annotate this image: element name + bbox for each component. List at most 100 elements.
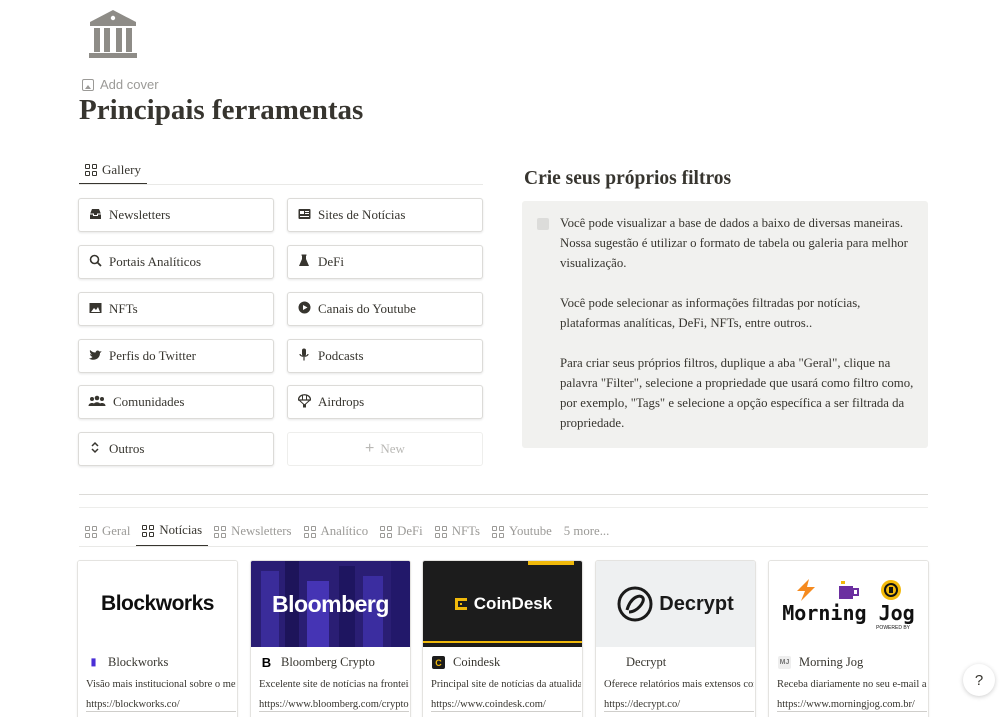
card-airdrops[interactable]: Airdrops [287,385,483,419]
decrypt-logo-icon [617,586,653,622]
magnifier-icon [88,254,102,270]
callout-paragraph: Você pode visualizar a base de dados a b… [560,216,908,270]
tab-gallery-label: Gallery [102,161,141,177]
card-label: Portais Analíticos [109,254,202,269]
card-label: Airdrops [318,394,365,409]
tab-more[interactable]: 5 more... [558,516,616,547]
card-description: Visão mais institucional sobre o mercado [86,679,236,690]
callout-box: Você pode visualizar a base de dados a b… [522,201,928,448]
gallery-grid-icon [434,525,447,538]
add-cover-label: Add cover [100,77,159,92]
card-cover: Bloomberg [251,561,410,647]
card-url-link[interactable]: https://decrypt.co/ [604,699,754,712]
cover-logo: Decrypt [617,586,734,622]
newspaper-icon [297,208,311,223]
plus-icon: + [365,440,375,457]
callout-square-icon[interactable] [537,218,549,230]
gallery-grid-icon [492,525,504,538]
card-title-row: MJ Morning Jog [778,655,863,670]
card-description: Excelente site de notícias na fronteira [259,679,409,690]
bloomberg-favicon-icon: B [260,655,273,670]
card-title-row: B Bloomberg Crypto [260,655,375,670]
cover-logo-text: Morning Jog [782,601,915,625]
tabs-underline [79,546,928,547]
blockworks-favicon-icon: ▮ [87,656,100,669]
card-defi[interactable]: DeFi [287,245,483,279]
tab-label: NFTs [451,524,480,538]
card-sites-de-noticias[interactable]: Sites de Notícias [287,198,483,232]
gallery-card-morning-jog[interactable]: Morning Jog POWERED BY MJ Morning Jog Re… [768,560,929,717]
microphone-icon [297,348,311,364]
callout-paragraph: Para criar seus próprios filtros, dupliq… [560,356,914,430]
gallery-card-bloomberg[interactable]: Bloomberg B Bloomberg Crypto Excelente s… [250,560,411,717]
card-description: Principal site de notícias da atualidade [431,679,581,690]
database-view-tabs: Geral Notícias Newsletters Analítico DeF… [79,516,615,547]
card-label: Sites de Notícias [318,207,406,222]
card-newsletters[interactable]: Newsletters [78,198,274,232]
tab-gallery[interactable]: Gallery [79,156,147,185]
card-perfis-do-twitter[interactable]: Perfis do Twitter [78,339,274,373]
tab-defi[interactable]: DeFi [374,516,429,547]
database-top-border [79,507,928,508]
card-label: Perfis do Twitter [109,348,196,363]
card-podcasts[interactable]: Podcasts [287,339,483,373]
card-outros[interactable]: Outros [78,432,274,466]
card-title: Decrypt [626,655,667,669]
card-url-link[interactable]: https://blockworks.co/ [86,699,236,712]
tab-nfts[interactable]: NFTs [429,516,486,547]
card-label: DeFi [318,254,344,269]
callout-paragraph: Você pode selecionar as informações filt… [560,296,861,330]
card-label: Newsletters [109,207,171,222]
card-cover: Morning Jog POWERED BY [769,561,928,647]
card-nfts[interactable]: NFTs [78,292,274,326]
section-divider [79,494,928,495]
gallery-grid-icon [303,525,316,538]
coindesk-favicon-icon: C [432,656,445,669]
card-label: NFTs [109,301,138,316]
cover-logo-text: Blockworks [101,592,214,615]
card-comunidades[interactable]: Comunidades [78,385,274,419]
add-cover-button[interactable]: Add cover [82,77,159,92]
coffee-cup-icon [838,581,859,599]
tab-youtube[interactable]: Youtube [486,516,558,547]
tab-noticias[interactable]: Notícias [136,516,209,547]
card-title-row: ▮ Blockworks [87,655,168,670]
gallery-grid-icon [142,524,155,537]
gallery-tab-underline [79,184,483,185]
gallery-grid-icon [214,525,227,538]
tab-label: Youtube [509,524,552,538]
tab-geral[interactable]: Geral [79,516,136,547]
tab-newsletters[interactable]: Newsletters [208,516,297,547]
card-title: Coindesk [453,655,501,669]
callout-heading: Crie seus próprios filtros [524,168,732,189]
inbox-tray-icon [88,208,102,223]
card-url-link[interactable]: https://www.bloomberg.com/crypto [259,699,409,712]
coindesk-logo-icon [454,598,467,610]
new-card-button[interactable]: + New [287,432,483,466]
tab-label: Notícias [159,523,203,537]
card-description: Oferece relatórios mais extensos com [604,679,754,690]
card-canais-do-youtube[interactable]: Canais do Youtube [287,292,483,326]
card-label: Canais do Youtube [318,301,416,316]
gallery-card-coindesk[interactable]: CoinDesk C Coindesk Principal site de no… [422,560,583,717]
morning-jog-favicon-icon: MJ [778,656,791,669]
gallery-grid-icon [85,525,97,538]
card-url-link[interactable]: https://www.morningjog.com.br/ [777,699,927,712]
help-button[interactable]: ? [963,664,995,696]
gallery-card-decrypt[interactable]: Decrypt Decrypt Oferece relatórios mais … [595,560,756,717]
card-url-link[interactable]: https://www.coindesk.com/ [431,699,581,712]
cover-logo-text: Decrypt [659,592,734,615]
tab-label: Geral [102,524,131,538]
tab-more-label: 5 more... [563,524,610,538]
flask-icon [297,254,311,270]
card-label: Comunidades [113,394,185,409]
gallery-card-blockworks[interactable]: Blockworks ▮ Blockworks Visão mais insti… [77,560,238,717]
card-label: Outros [109,441,145,456]
tab-analitico[interactable]: Analítico [298,516,375,547]
parachute-icon [297,393,311,411]
card-portais-analiticos[interactable]: Portais Analíticos [78,245,274,279]
picture-icon [88,302,102,317]
decrypt-favicon-icon [605,656,618,669]
lightning-bolt-icon [796,579,815,601]
bank-building-icon[interactable] [86,8,140,60]
